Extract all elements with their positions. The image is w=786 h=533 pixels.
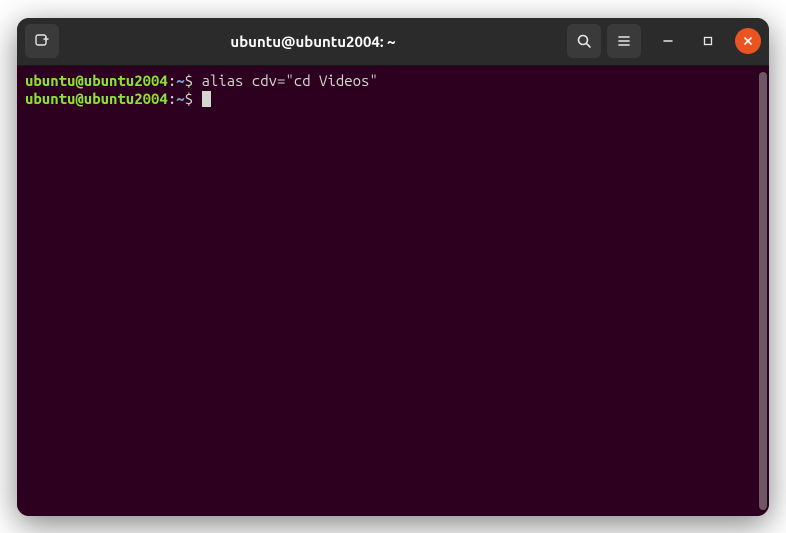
terminal-line: ubuntu@ubuntu2004:~$ [25,90,761,109]
menu-button[interactable] [607,24,641,58]
prompt-colon: : [168,90,176,107]
prompt-colon: : [168,72,176,89]
prompt-user-host: ubuntu@ubuntu2004 [25,90,168,107]
prompt-dollar: $ [185,90,202,107]
minimize-button[interactable] [655,28,681,54]
maximize-icon [703,36,713,46]
minimize-icon [663,36,673,46]
search-button[interactable] [567,24,601,58]
maximize-button[interactable] [695,28,721,54]
terminal-body[interactable]: ubuntu@ubuntu2004:~$ alias cdv="cd Video… [17,66,769,516]
cursor [202,91,211,107]
prompt-dollar: $ [185,72,202,89]
new-tab-icon [34,33,50,49]
search-icon [576,33,592,49]
command-text: alias cdv="cd Videos" [201,72,377,89]
titlebar-right [567,24,761,58]
new-tab-button[interactable] [25,24,59,58]
prompt-path: ~ [176,90,184,107]
prompt-path: ~ [176,72,184,89]
titlebar-left [25,24,59,58]
hamburger-icon [616,33,632,49]
close-icon [743,36,753,46]
prompt-user-host: ubuntu@ubuntu2004 [25,72,168,89]
terminal-line: ubuntu@ubuntu2004:~$ alias cdv="cd Video… [25,72,761,91]
close-button[interactable] [735,28,761,54]
titlebar: ubuntu@ubuntu2004: ~ [17,18,769,66]
scrollbar[interactable] [759,72,767,510]
terminal-window: ubuntu@ubuntu2004: ~ [17,18,769,516]
window-title: ubuntu@ubuntu2004: ~ [65,33,561,50]
